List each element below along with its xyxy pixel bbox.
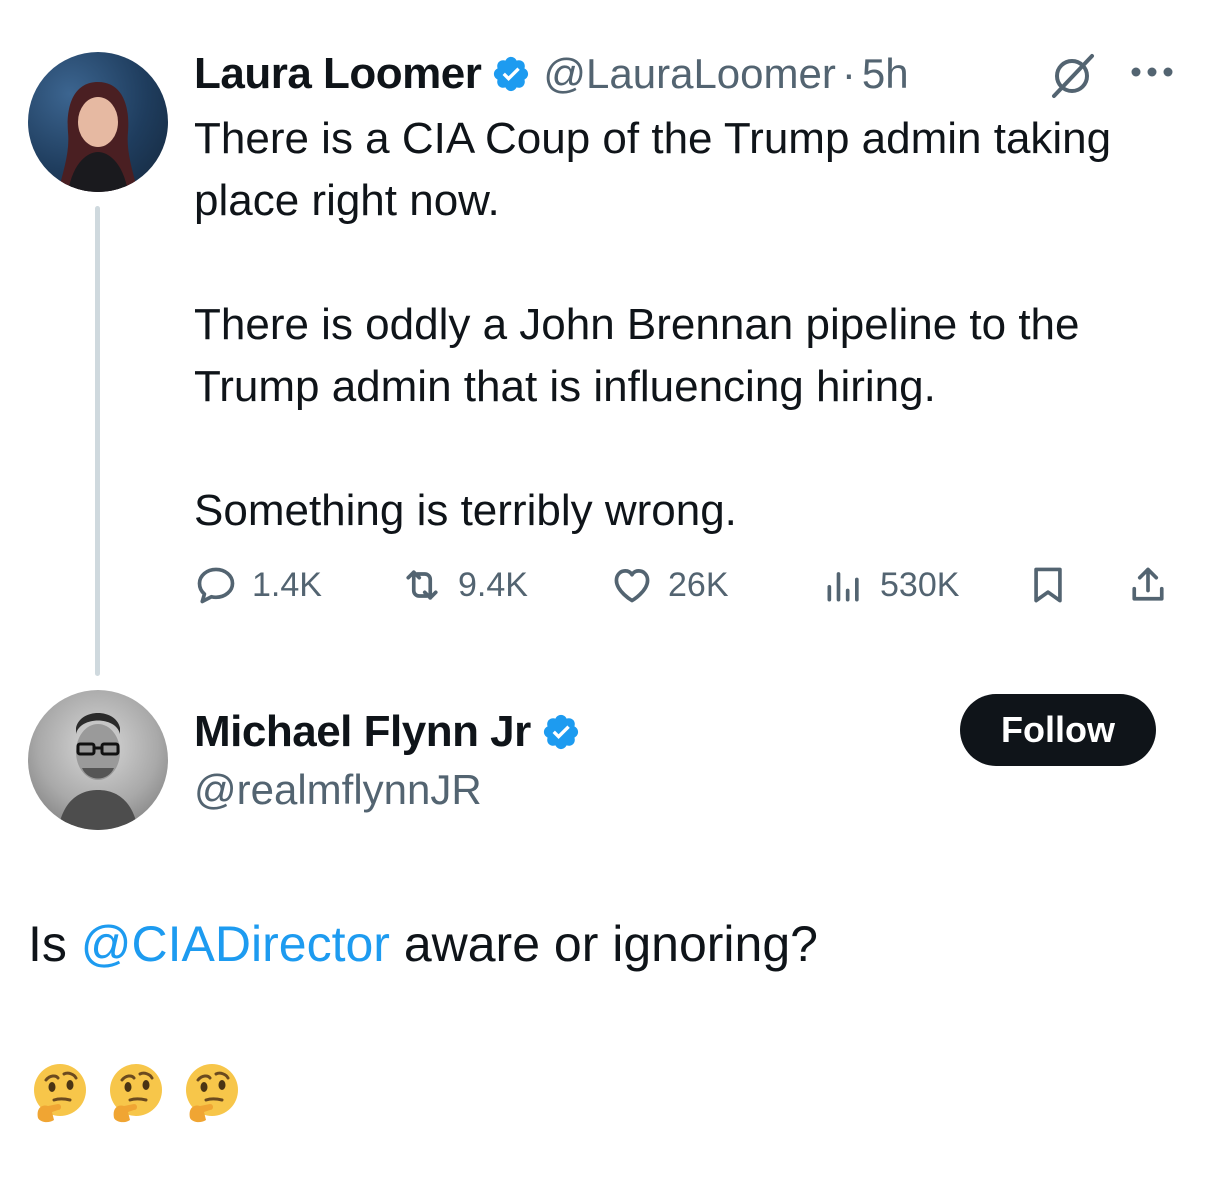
emoji-row: [28, 1060, 244, 1124]
thread-connector-line: [95, 206, 100, 676]
mention-link[interactable]: @CIADirector: [81, 916, 390, 972]
reply-count: 1.4K: [252, 565, 322, 604]
follow-button[interactable]: Follow: [960, 694, 1156, 766]
text-before-mention: Is: [28, 916, 81, 972]
reply-icon: [197, 567, 235, 604]
text-after-mention: aware or ignoring?: [389, 916, 818, 972]
bookmark-button[interactable]: [1026, 560, 1070, 610]
verified-badge-icon[interactable]: [491, 54, 531, 94]
tweet-paragraph-1: There is a CIA Coup of the Trump admin t…: [194, 114, 1112, 225]
share-button[interactable]: [1126, 560, 1170, 610]
separator-dot: ·: [841, 50, 856, 97]
author-handle[interactable]: @LauraLoomer: [543, 50, 835, 98]
avatar-laura-loomer[interactable]: [28, 52, 168, 192]
tweet-timestamp[interactable]: 5h: [862, 50, 909, 98]
bookmark-icon: [1034, 567, 1062, 603]
tweet-paragraph-2: There is oddly a John Brennan pipeline t…: [194, 300, 1080, 411]
avatar-portrait: [58, 82, 138, 192]
author-handle[interactable]: @realmflynnJR: [194, 766, 482, 814]
thinking-face-emoji: [110, 1064, 162, 1123]
author-display-name[interactable]: Laura Loomer: [194, 49, 482, 99]
thinking-face-emoji: [34, 1064, 86, 1123]
avatar-portrait: [58, 713, 138, 830]
share-icon: [1132, 567, 1164, 601]
repost-icon: [406, 570, 438, 600]
views-button[interactable]: 530K: [822, 560, 959, 610]
views-count: 530K: [880, 565, 960, 604]
reply-button[interactable]: 1.4K: [194, 560, 322, 610]
main-tweet-text: Is @CIADirector aware or ignoring?: [28, 912, 818, 976]
tweet-thread: Laura Loomer @LauraLoomer · 5h There is …: [0, 0, 1206, 1190]
like-icon: [614, 569, 650, 603]
like-button[interactable]: 26K: [610, 560, 729, 610]
views-icon: [827, 572, 859, 602]
tweet-paragraph-3: Something is terribly wrong.: [194, 486, 737, 535]
author-display-name[interactable]: Michael Flynn Jr: [194, 707, 531, 757]
avatar-michael-flynn-jr[interactable]: [28, 690, 168, 830]
quoted-tweet-header: Laura Loomer @LauraLoomer · 5h: [194, 48, 909, 100]
grok-icon[interactable]: [1048, 52, 1096, 100]
repost-count: 9.4K: [458, 565, 528, 604]
tweet-action-bar: 1.4K 9.4K 26K 530K: [194, 560, 1184, 610]
verified-badge-icon[interactable]: [541, 712, 581, 752]
like-count: 26K: [668, 565, 729, 604]
repost-button[interactable]: 9.4K: [400, 560, 528, 610]
main-tweet-header: Michael Flynn Jr: [194, 704, 593, 760]
more-options-icon[interactable]: [1126, 52, 1178, 92]
thinking-face-emoji: [186, 1064, 238, 1123]
